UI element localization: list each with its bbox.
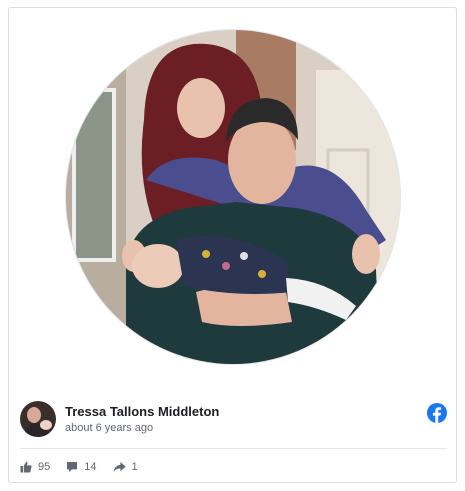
embedded-post-card: Tressa Tallons Middleton about 6 years a… bbox=[8, 7, 457, 483]
post-photo[interactable] bbox=[65, 29, 401, 365]
likes-stat[interactable]: 95 bbox=[20, 461, 50, 473]
avatar[interactable] bbox=[20, 401, 56, 437]
share-arrow-icon bbox=[113, 462, 126, 472]
shares-stat[interactable]: 1 bbox=[113, 461, 138, 473]
shares-count: 1 bbox=[131, 461, 138, 473]
comment-icon bbox=[67, 462, 78, 472]
likes-count: 95 bbox=[38, 461, 51, 473]
comments-count: 14 bbox=[84, 461, 97, 473]
thumbs-up-icon bbox=[20, 461, 32, 473]
author-name[interactable]: Tressa Tallons Middleton bbox=[65, 404, 219, 419]
post-timestamp[interactable]: about 6 years ago bbox=[65, 422, 153, 434]
divider bbox=[20, 448, 447, 449]
comments-stat[interactable]: 14 bbox=[66, 461, 97, 473]
post-stats: 95 14 1 bbox=[20, 458, 138, 476]
post-header: Tressa Tallons Middleton about 6 years a… bbox=[20, 401, 447, 437]
family-photo-illustration bbox=[66, 30, 400, 364]
avatar-image bbox=[20, 401, 56, 437]
facebook-icon[interactable] bbox=[427, 403, 447, 423]
